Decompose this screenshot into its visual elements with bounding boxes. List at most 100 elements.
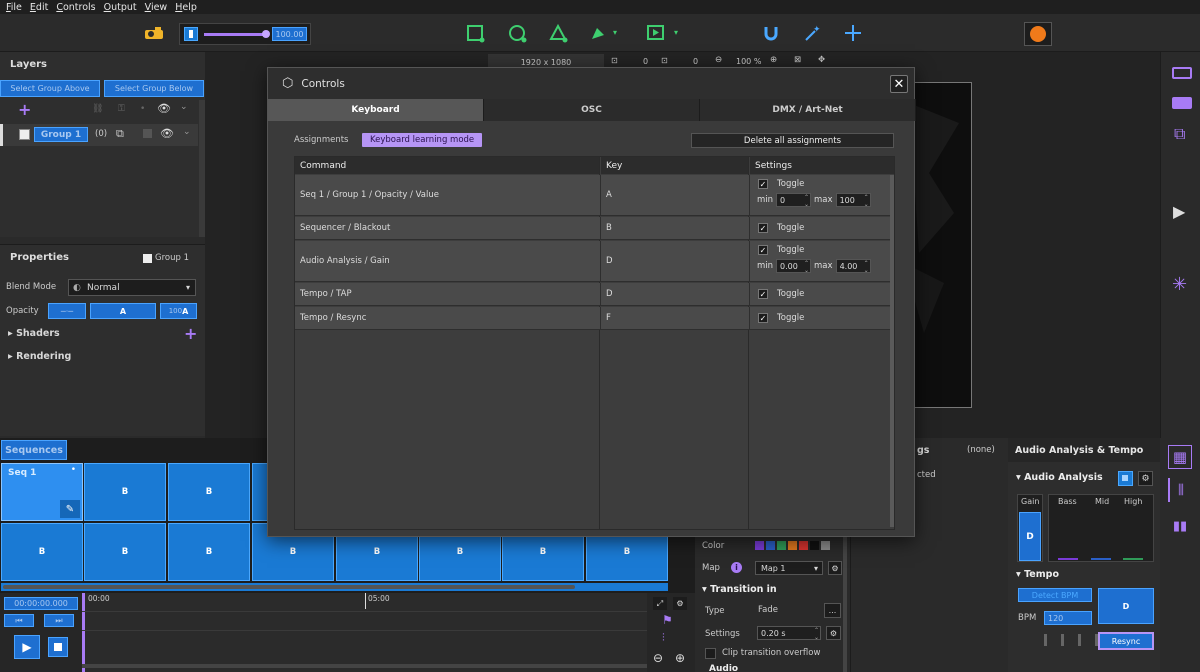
table-row[interactable]: Tempo / TAP D ✓ Toggle <box>295 283 890 306</box>
gear-icon[interactable]: ⚙ <box>673 597 687 610</box>
menu-output[interactable]: Output <box>104 2 137 13</box>
tempo-section[interactable]: ▾ Tempo <box>1016 569 1059 580</box>
table-row[interactable]: Tempo / Resync F ✓ Toggle <box>295 307 890 330</box>
add-shader-icon[interactable]: + <box>184 324 197 343</box>
video-icon[interactable]: ▶ <box>1173 202 1185 221</box>
sparkle-icon[interactable]: ✳ <box>1172 274 1187 295</box>
table-row[interactable]: Audio Analysis / Gain D ✓ Toggle min 0.00… <box>295 241 890 282</box>
toggle-checkbox[interactable]: ✓ <box>758 223 768 233</box>
table-row[interactable]: Seq 1 / Group 1 / Opacity / Value A ✓ Tog… <box>295 175 890 216</box>
chevron-down-icon[interactable]: ▾ <box>613 28 617 37</box>
move-icon[interactable]: ✥ <box>818 55 825 65</box>
toggle-checkbox[interactable]: ✓ <box>758 245 768 255</box>
audio-analysis-section[interactable]: ▾ Audio Analysis <box>1016 472 1103 483</box>
edit-icon[interactable]: ✎ <box>60 500 80 518</box>
key-cell[interactable]: F <box>600 307 749 329</box>
sequence-cell[interactable]: B <box>168 463 250 521</box>
layer-checkbox[interactable] <box>19 129 30 140</box>
close-icon[interactable]: ✕ <box>890 75 908 93</box>
swatch[interactable] <box>799 541 808 550</box>
swatch[interactable] <box>777 541 786 550</box>
min-field[interactable]: 0 <box>776 193 812 208</box>
magic-wand-icon[interactable]: ✦ <box>800 21 824 45</box>
scrollbar[interactable] <box>843 530 847 672</box>
tab-keyboard[interactable]: Keyboard <box>268 99 484 121</box>
toggle-checkbox[interactable]: ✓ <box>758 289 768 299</box>
tab-osc[interactable]: OSC <box>484 99 700 121</box>
stop-icon[interactable] <box>48 637 68 657</box>
zoom-out-icon[interactable]: ⊖ <box>715 55 722 65</box>
y-fit-icon[interactable]: ⊡ <box>661 56 668 65</box>
menu-edit[interactable]: Edit <box>30 2 48 13</box>
audio-enable-toggle[interactable] <box>1118 471 1133 486</box>
toggle-checkbox[interactable]: ✓ <box>758 313 768 323</box>
chevron-down-icon[interactable]: ⌄ <box>183 127 191 137</box>
expand-icon[interactable]: ⤢ <box>653 597 667 610</box>
magnet-icon[interactable] <box>759 21 783 45</box>
table-row[interactable]: Sequencer / Blackout B ✓ Toggle <box>295 217 890 240</box>
menu-file[interactable]: File <box>6 2 22 13</box>
delete-all-assignments-button[interactable]: Delete all assignments <box>691 133 894 148</box>
keyboard-learning-mode-button[interactable]: Keyboard learning mode <box>362 133 483 147</box>
crosshair-icon[interactable] <box>841 21 865 45</box>
media-surface-tool-icon[interactable] <box>644 21 668 45</box>
link-icon[interactable]: ⛓ <box>92 104 103 114</box>
chevron-down-icon[interactable]: ▾ <box>674 28 678 37</box>
detect-bpm-button[interactable]: Detect BPM <box>1018 588 1092 602</box>
table-scrollbar[interactable] <box>890 175 894 527</box>
zoom-in-icon[interactable]: ⊕ <box>770 55 777 65</box>
key-cell[interactable]: A <box>600 175 749 215</box>
tab-dmx-artnet[interactable]: DMX / Art-Net <box>700 99 916 121</box>
layer-name[interactable]: Group 1 <box>34 127 88 142</box>
sequence-cell[interactable]: B <box>1 523 83 581</box>
blackout-value[interactable]: 100.00 <box>272 27 307 41</box>
stop-icon[interactable] <box>143 129 152 138</box>
grid-icon[interactable]: ▦ <box>1168 445 1192 469</box>
swatch[interactable] <box>766 541 775 550</box>
menu-help[interactable]: Help <box>175 2 197 13</box>
blend-mode-select[interactable]: Normal ▾ ◐ <box>68 279 196 296</box>
key-cell[interactable]: B <box>600 217 749 239</box>
media-panel-icon[interactable] <box>1172 97 1192 109</box>
circle-tool-icon[interactable] <box>505 21 529 45</box>
output-panel-icon[interactable] <box>1172 67 1192 79</box>
select-group-above-button[interactable]: Select Group Above <box>0 80 100 97</box>
gear-icon[interactable]: ⚙ <box>826 626 841 640</box>
rendering-section[interactable]: ▸ Rendering <box>8 351 71 362</box>
gear-icon[interactable]: ⚙ <box>828 561 842 575</box>
lock-icon[interactable]: ⚿ <box>118 104 125 114</box>
add-cue-icon[interactable]: ⫶ <box>662 631 665 645</box>
zoom-in-icon[interactable]: ⊕ <box>675 651 685 665</box>
opacity-value[interactable]: 100 A <box>160 303 197 319</box>
bars-icon[interactable]: ▮▮ <box>1168 514 1192 538</box>
opacity-curve-button[interactable]: ─·─ <box>48 303 86 319</box>
swatch[interactable] <box>755 541 764 550</box>
tap-button[interactable]: D <box>1098 588 1154 624</box>
sequences-tab[interactable]: Sequences <box>1 440 67 460</box>
output-button[interactable] <box>1024 22 1052 46</box>
clip-overflow-checkbox[interactable] <box>705 648 716 659</box>
playhead[interactable] <box>82 593 85 672</box>
swatch[interactable] <box>810 541 819 550</box>
slider-handle[interactable] <box>262 30 270 38</box>
sequence-cell[interactable]: B <box>84 463 166 521</box>
timeline-track[interactable]: 00:00 05:00 <box>82 593 647 672</box>
transition-in-section[interactable]: ▾ Transition in <box>702 584 777 595</box>
max-field[interactable]: 4.00 <box>835 259 871 274</box>
key-cell[interactable]: D <box>600 283 749 305</box>
timeline-scrollbar[interactable] <box>82 664 647 668</box>
sequence-cell[interactable]: B <box>84 523 166 581</box>
opacity-slider[interactable]: A <box>90 303 156 319</box>
menu-controls[interactable]: Controls <box>56 2 95 13</box>
triangle-tool-icon[interactable] <box>546 21 570 45</box>
blackout-toggle[interactable] <box>184 27 198 41</box>
eye-icon[interactable]: 👁 <box>157 102 171 115</box>
select-group-below-button[interactable]: Select Group Below <box>104 80 204 97</box>
bpm-field[interactable]: 120 <box>1044 611 1092 625</box>
play-icon[interactable]: ▶ <box>14 635 40 659</box>
timecode-field[interactable]: 00:00:00.000 <box>4 597 78 610</box>
sequence-seq-1[interactable]: Seq 1 • ✎ <box>1 463 83 521</box>
group-checkbox[interactable] <box>143 254 152 263</box>
pen-tool-icon[interactable] <box>586 21 610 45</box>
effects-icon[interactable]: ⧉ <box>1174 124 1185 144</box>
